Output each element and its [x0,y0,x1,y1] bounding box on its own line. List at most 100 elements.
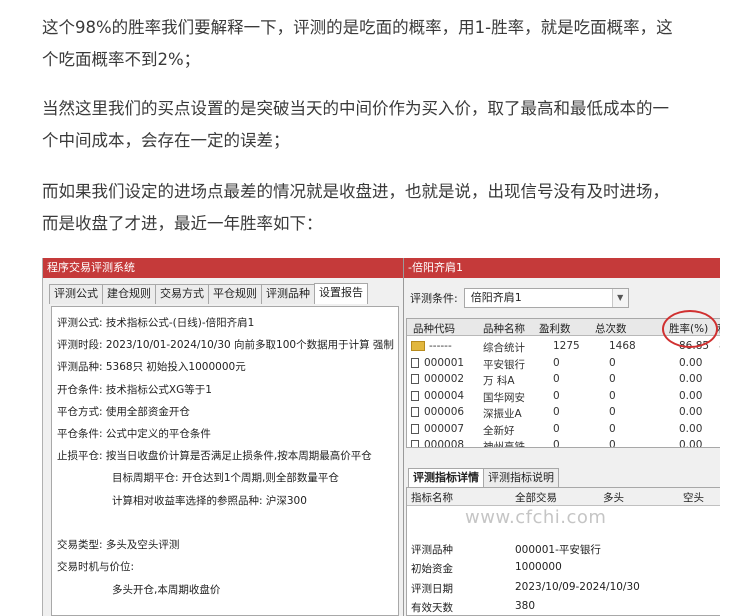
report-line: 平仓方式: 使用全部资金开仓 [57,406,190,418]
filter-row: 评测条件: 倍阳齐肩1 ▼ [410,288,629,308]
table-row[interactable]: 000007 全新好 0 0 0.00 [407,422,720,438]
cell-win-rate: 0.00 [679,439,703,448]
document-icon [411,440,419,447]
cell-profit: 0 [553,389,560,402]
report-line: 计算相对收益率选择的参照品种: 沪深300 [112,495,307,507]
cell-win-rate: 0.00 [679,422,703,435]
metric-value: 380 [515,600,536,612]
metric-label: 初始资金 [411,563,453,575]
column-header-total[interactable]: 总次数 [595,321,627,336]
cell-code-text: 000008 [424,439,465,448]
metric-header-all: 全部交易 [515,492,557,504]
cell-profit: 0 [553,406,560,418]
metric-header-name: 指标名称 [411,492,453,504]
article-line: 而如果我们设定的进场点最差的情况就是收盘进，也就是说，出现信号没有及时进场， [42,182,669,201]
column-header-profit[interactable]: 盈利数 [539,321,571,336]
cell-code: 000001 [411,357,464,369]
document-icon [411,423,419,434]
folder-icon [411,341,425,351]
document-icon [411,357,419,368]
article-line: 这个98%的胜率我们要解释一下，评测的是吃面的概率，用1-胜率，就是吃面概率，这 [42,18,673,37]
tab-open-rules[interactable]: 建仓规则 [102,284,156,304]
tab-report-settings[interactable]: 设置报告 [314,283,368,304]
article-paragraph-3: 而如果我们设定的进场点最差的情况就是收盘进，也就是说，出现信号没有及时进场， 而… [42,176,722,240]
cell-total: 1468 [609,340,636,352]
table-row[interactable]: 000002 万 科A 0 0 0.00 [407,372,720,388]
cell-code-text: 000007 [424,422,465,435]
table-row[interactable]: 000004 国华网安 0 0 0.00 [407,389,720,405]
results-title: -倍阳齐肩1 [404,258,720,278]
cell-profit: 1275 [553,340,580,352]
detail-tabs: 评测指标详情 评测指标说明 [408,468,559,487]
chevron-down-icon[interactable]: ▼ [611,289,628,307]
cell-code-text: 000004 [424,389,465,402]
metric-value: 1000000 [515,561,562,573]
cell-total: 0 [609,406,616,418]
cell-code: 000007 [411,423,464,435]
document-icon [411,374,419,384]
metric-value: 2023/10/09-2024/10/30 [515,581,640,593]
table-row[interactable]: 000008 神州高铁 0 0 0.00 [407,438,720,448]
highlight-circle [662,310,718,348]
article-line: 个吃面概率不到2%； [42,50,201,69]
column-header-name[interactable]: 品种名称 [483,321,525,336]
table-row[interactable]: 000001 平安银行 0 0 0.00 [407,356,720,372]
cell-profit: 0 [553,439,560,448]
report-line: 交易类型: 多头及空头评测 [57,539,180,551]
cell-total: 0 [609,373,616,385]
cell-total: 0 [609,422,616,435]
cell-code: 000008 [411,439,465,448]
tab-close-rules[interactable]: 平仓规则 [208,284,262,304]
column-header-code[interactable]: 品种代码 [413,321,455,336]
metrics-header: 指标名称 全部交易 多头 空头 [407,488,720,506]
report-line: 目标周期平仓: 开仓达到1个周期,则全部数量平仓 [112,472,339,484]
article-line: 而是收盘了才进，最近一年胜率如下： [42,214,323,233]
table-row[interactable]: 000006 深振业A 0 0 0.00 [407,405,720,421]
document-icon [411,407,419,417]
filter-select-value: 倍阳齐肩1 [470,291,522,304]
cell-profit: 0 [553,356,560,369]
article-paragraph-2: 当然这里我们的买点设置的是突破当天的中间价作为买入价，取了最高和最低成本的一 个… [42,93,722,157]
cell-code: 000004 [411,390,464,402]
tab-metric-details[interactable]: 评测指标详情 [408,468,484,487]
cell-win-rate: 0.00 [679,373,703,385]
cell-name: 综合统计 [483,342,525,354]
cell-name: 平安银行 [483,358,525,371]
metric-header-long: 多头 [603,492,624,504]
cell-total: 0 [609,356,616,369]
report-text-area[interactable]: 评测公式: 技术指标公式-(日线)-倍阳齐肩1 评测时段: 2023/10/01… [51,306,399,616]
cell-win-rate: 0.00 [679,356,703,369]
results-window: -倍阳齐肩1 评测条件: 倍阳齐肩1 ▼ 品种代码 品种名称 盈利数 总次数 胜… [403,258,720,616]
metric-label: 评测日期 [411,583,453,595]
article-line: 个中间成本，会存在一定的误差； [42,131,290,150]
report-line: 平仓条件: 公式中定义的平仓条件 [57,428,211,440]
filter-select[interactable]: 倍阳齐肩1 ▼ [463,288,629,308]
evaluation-system-window: 程序交易评测系统 评测公式 建仓规则 交易方式 平仓规则 评测品种 设置报告 评… [43,258,403,616]
cell-code: ------ [411,340,452,352]
cell-code-text: 000006 [424,406,465,418]
metric-header-short: 空头 [683,492,704,504]
tab-metric-explanation[interactable]: 评测指标说明 [483,468,559,487]
report-line: 多头开仓,本周期收盘价 [112,584,221,596]
watermark: www.cfchi.com [465,507,607,528]
cell-win-rate: 0.00 [679,389,703,402]
report-line: 评测品种: 5368只 初始投入1000000元 [57,361,246,373]
tab-trade-mode[interactable]: 交易方式 [155,284,209,304]
cell-win-rate: 0.00 [679,406,703,418]
cell-code-text: ------ [429,340,452,352]
cell-code: 000006 [411,406,464,418]
cell-code: 000002 [411,373,464,385]
cell-name: 深振业A [483,408,522,420]
tab-formula[interactable]: 评测公式 [49,284,103,304]
cell-name: 万 科A [483,375,515,387]
metric-label: 评测品种 [411,544,453,556]
metric-value: 000001-平安银行 [515,544,601,556]
article-paragraph-1: 这个98%的胜率我们要解释一下，评测的是吃面的概率，用1-胜率，就是吃面概率，这… [42,12,722,76]
report-line: 评测时段: 2023/10/01-2024/10/30 向前多取100个数据用于… [57,339,394,351]
document-icon [411,390,419,401]
window-title: 程序交易评测系统 [43,258,403,278]
report-line: 止损平仓: 按当日收盘价计算是否满足止损条件,按本周期最高价平仓 [57,450,372,462]
cell-name: 神州高铁 [483,441,525,448]
cell-code-text: 000001 [424,356,465,369]
tab-symbols[interactable]: 评测品种 [261,284,315,304]
